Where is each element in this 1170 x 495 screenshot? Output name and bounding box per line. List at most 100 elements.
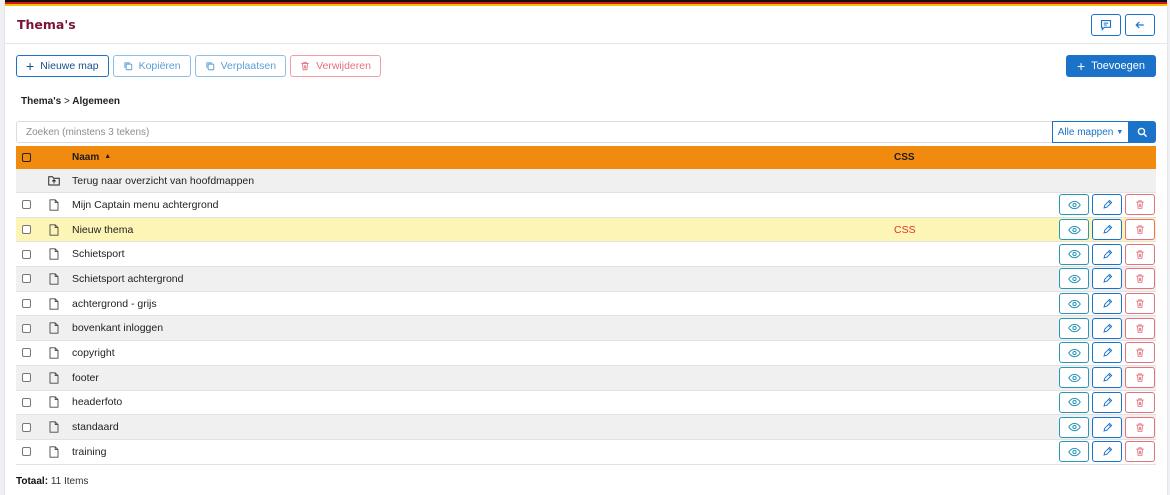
delete-row-button[interactable] bbox=[1125, 441, 1155, 463]
view-button[interactable] bbox=[1059, 268, 1089, 290]
folder-scope-select[interactable]: Alle mappen ▼ bbox=[1052, 121, 1129, 143]
move-button[interactable]: Verplaatsen bbox=[194, 55, 287, 77]
table-row[interactable]: standaard bbox=[16, 415, 1156, 440]
page: Thema's + Nieuwe map Kopiëren Verplaatse… bbox=[4, 0, 1168, 495]
trash-icon bbox=[1136, 299, 1144, 308]
row-checkbox[interactable] bbox=[22, 397, 31, 407]
pencil-icon bbox=[1102, 323, 1112, 333]
row-checkbox[interactable] bbox=[22, 249, 31, 259]
trash-icon bbox=[1136, 324, 1144, 333]
edit-button[interactable] bbox=[1092, 367, 1122, 389]
pencil-icon bbox=[1102, 274, 1112, 284]
delete-row-button[interactable] bbox=[1125, 342, 1155, 364]
table-row[interactable]: Schietsport achtergrond bbox=[16, 267, 1156, 292]
name-column-header[interactable]: Naam ▲ bbox=[69, 152, 894, 163]
themes-table: Naam ▲ CSS Terug naar overzicht van hoof… bbox=[16, 146, 1156, 465]
pencil-icon bbox=[1102, 372, 1112, 382]
view-button[interactable] bbox=[1059, 416, 1089, 438]
comment-button[interactable] bbox=[1091, 13, 1121, 36]
view-button[interactable] bbox=[1059, 219, 1089, 241]
select-all-checkbox[interactable] bbox=[22, 153, 31, 162]
row-checkbox[interactable] bbox=[22, 323, 31, 333]
pencil-icon bbox=[1102, 249, 1112, 259]
css-link[interactable]: CSS bbox=[894, 224, 916, 236]
row-checkbox[interactable] bbox=[22, 447, 31, 457]
view-button[interactable] bbox=[1059, 293, 1089, 315]
table-header: Naam ▲ CSS bbox=[16, 146, 1156, 169]
theme-name: Mijn Captain menu achtergrond bbox=[72, 198, 219, 211]
table-row[interactable]: copyright bbox=[16, 341, 1156, 366]
breadcrumb-current: Algemeen bbox=[72, 96, 121, 107]
edit-button[interactable] bbox=[1092, 342, 1122, 364]
delete-row-button[interactable] bbox=[1125, 391, 1155, 413]
delete-row-button[interactable] bbox=[1125, 317, 1155, 339]
table-row[interactable]: bovenkant inloggen bbox=[16, 316, 1156, 342]
table-row[interactable]: achtergrond - grijs bbox=[16, 291, 1156, 317]
delete-row-button[interactable] bbox=[1125, 268, 1155, 290]
table-row[interactable]: Schietsport bbox=[16, 242, 1156, 268]
delete-row-button[interactable] bbox=[1125, 219, 1155, 241]
delete-row-button[interactable] bbox=[1125, 194, 1155, 216]
add-button[interactable]: + Toevoegen bbox=[1065, 55, 1156, 77]
search-input[interactable] bbox=[16, 121, 1052, 143]
edit-button[interactable] bbox=[1092, 194, 1122, 216]
page-title: Thema's bbox=[17, 17, 76, 32]
delete-row-button[interactable] bbox=[1125, 243, 1155, 265]
document-icon bbox=[49, 347, 59, 359]
trash-icon bbox=[1136, 274, 1144, 284]
view-button[interactable] bbox=[1059, 367, 1089, 389]
trash-icon bbox=[1136, 200, 1144, 210]
trash-icon bbox=[1136, 225, 1144, 234]
view-button[interactable] bbox=[1059, 342, 1089, 364]
view-button[interactable] bbox=[1059, 441, 1089, 463]
delete-row-button[interactable] bbox=[1125, 293, 1155, 315]
delete-row-button[interactable] bbox=[1125, 416, 1155, 438]
row-checkbox[interactable] bbox=[22, 200, 31, 210]
back-button[interactable] bbox=[1125, 13, 1155, 36]
document-icon bbox=[49, 273, 59, 285]
edit-button[interactable] bbox=[1092, 441, 1122, 463]
table-row[interactable]: Mijn Captain menu achtergrond bbox=[16, 193, 1156, 218]
edit-button[interactable] bbox=[1092, 243, 1122, 265]
edit-button[interactable] bbox=[1092, 219, 1122, 241]
edit-button[interactable] bbox=[1092, 391, 1122, 413]
row-checkbox[interactable] bbox=[22, 348, 31, 358]
table-row[interactable]: footer bbox=[16, 365, 1156, 391]
table-row[interactable]: headerfoto bbox=[16, 390, 1156, 416]
row-checkbox[interactable] bbox=[22, 373, 31, 383]
row-checkbox[interactable] bbox=[22, 299, 31, 309]
move-label: Verplaatsen bbox=[220, 60, 277, 72]
table-row[interactable]: training bbox=[16, 439, 1156, 465]
breadcrumb-separator: > bbox=[63, 96, 70, 107]
view-button[interactable] bbox=[1059, 243, 1089, 265]
search-button[interactable] bbox=[1129, 121, 1156, 143]
copy-button[interactable]: Kopiëren bbox=[112, 55, 191, 77]
pencil-icon bbox=[1102, 348, 1112, 358]
sort-asc-icon: ▲ bbox=[104, 152, 112, 160]
table-row[interactable]: Nieuw thema CSS bbox=[16, 217, 1156, 243]
breadcrumb-root[interactable]: Thema's bbox=[21, 96, 61, 107]
edit-button[interactable] bbox=[1092, 293, 1122, 315]
view-button[interactable] bbox=[1059, 391, 1089, 413]
document-icon bbox=[49, 297, 59, 310]
eye-icon bbox=[1067, 398, 1081, 407]
row-checkbox[interactable] bbox=[22, 422, 31, 432]
view-button[interactable] bbox=[1059, 317, 1089, 339]
delete-button[interactable]: Verwijderen bbox=[290, 55, 381, 77]
edit-button[interactable] bbox=[1092, 317, 1122, 339]
theme-name: Schietsport achtergrond bbox=[72, 272, 184, 285]
new-folder-button[interactable]: + Nieuwe map bbox=[16, 55, 109, 77]
flag-stripe bbox=[5, 0, 1167, 6]
back-to-main-folders-row[interactable]: Terug naar overzicht van hoofdmappen bbox=[16, 169, 1156, 193]
total-label: Totaal: bbox=[16, 476, 49, 487]
trash-icon bbox=[1136, 447, 1144, 456]
theme-name: Schietsport bbox=[72, 248, 125, 261]
row-checkbox[interactable] bbox=[22, 274, 31, 284]
eye-icon bbox=[1067, 348, 1081, 358]
view-button[interactable] bbox=[1059, 194, 1089, 216]
edit-button[interactable] bbox=[1092, 268, 1122, 290]
edit-button[interactable] bbox=[1092, 416, 1122, 438]
delete-row-button[interactable] bbox=[1125, 367, 1155, 389]
theme-name: Nieuw thema bbox=[72, 223, 134, 236]
row-checkbox[interactable] bbox=[22, 225, 31, 235]
